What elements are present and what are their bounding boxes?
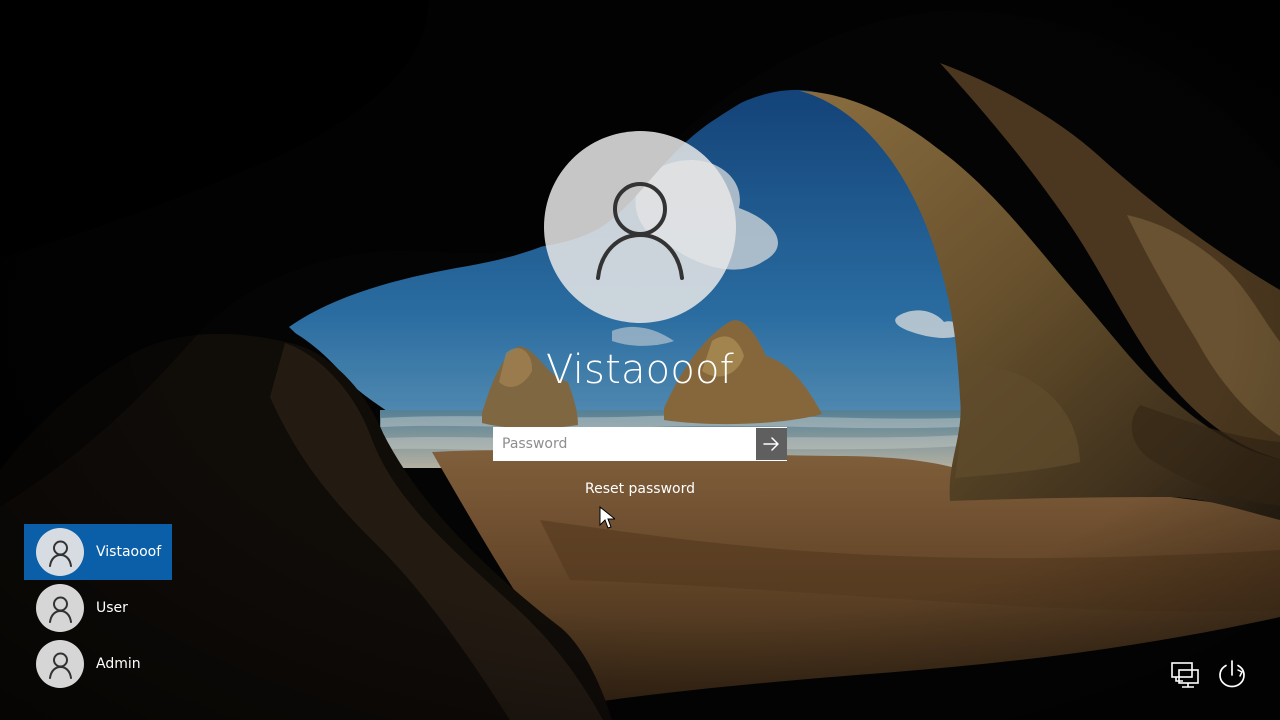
user-silhouette-icon	[596, 182, 684, 280]
mouse-cursor-icon	[599, 506, 615, 529]
user-avatar	[36, 528, 84, 576]
windows-lock-screen: Vistaooof Reset password Vistaooof User …	[0, 0, 1280, 720]
system-tray	[1168, 657, 1250, 691]
user-list-item-admin[interactable]: Admin	[24, 636, 172, 692]
arrow-right-icon	[763, 437, 779, 451]
reset-password-link[interactable]: Reset password	[540, 479, 740, 499]
password-input[interactable]	[494, 428, 756, 460]
user-list-label: Admin	[96, 656, 141, 672]
network-button[interactable]	[1168, 657, 1202, 691]
power-icon	[1219, 660, 1245, 688]
user-silhouette-icon	[48, 596, 72, 623]
selected-user-login-panel: Vistaooof Reset password	[0, 0, 1280, 720]
user-switcher-list: Vistaooof User Admin	[24, 524, 172, 692]
submit-password-button[interactable]	[756, 428, 787, 460]
user-list-label: User	[96, 600, 128, 616]
user-avatar	[36, 640, 84, 688]
network-icon	[1171, 662, 1199, 688]
user-list-item-vistaooof[interactable]: Vistaooof	[24, 524, 172, 580]
user-silhouette-icon	[48, 652, 72, 679]
user-silhouette-icon	[48, 540, 72, 567]
user-avatar	[36, 584, 84, 632]
power-button[interactable]	[1215, 657, 1249, 691]
selected-user-avatar	[544, 131, 736, 323]
selected-user-name: Vistaooof	[546, 347, 734, 393]
user-list-label: Vistaooof	[96, 544, 162, 560]
password-box	[493, 427, 787, 461]
user-list-item-user[interactable]: User	[24, 580, 172, 636]
